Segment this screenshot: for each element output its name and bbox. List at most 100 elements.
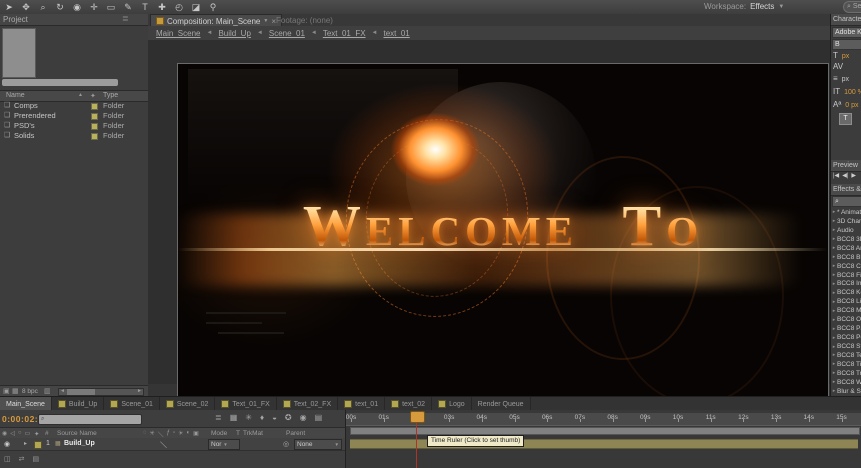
timeline-tab[interactable]: Render Queue: [472, 397, 531, 411]
project-search-input[interactable]: [2, 79, 118, 86]
font-size-value[interactable]: px: [842, 53, 849, 60]
timeline-toggle-icon[interactable]: ▦: [230, 413, 238, 422]
timeline-tab-label[interactable]: text_01: [355, 401, 378, 408]
tool-icon[interactable]: ✎: [123, 1, 133, 14]
effects-category-label[interactable]: BCC8 Time: [837, 361, 861, 368]
scroll-right-icon[interactable]: ►: [137, 388, 142, 394]
effects-category-label[interactable]: BCC8 Keys: [837, 289, 861, 296]
label-color-swatch[interactable]: [91, 133, 98, 140]
tool-icon[interactable]: ↻: [55, 1, 65, 14]
timeline-tab-label[interactable]: Build_Up: [69, 401, 97, 408]
effects-category-label[interactable]: BCC8 Matte: [837, 307, 861, 314]
app-search-input[interactable]: ⌕ Search: [843, 1, 861, 13]
faux-bold-button[interactable]: T: [839, 113, 852, 125]
source-name-column[interactable]: Source Name: [57, 430, 97, 437]
transport-button[interactable]: ◀|: [842, 172, 848, 179]
speaker-icon[interactable]: ◁: [10, 430, 15, 437]
effects-category-label[interactable]: Audio: [837, 227, 854, 234]
effects-search-input[interactable]: ⌕: [832, 196, 861, 207]
effects-category-row[interactable]: ▸ BCC8 Stylize: [831, 342, 861, 351]
scroll-left-icon[interactable]: ◄: [60, 388, 65, 394]
tool-icon[interactable]: T: [140, 1, 150, 14]
tool-icon[interactable]: ◉: [72, 1, 82, 14]
effects-panel-header[interactable]: Effects & P: [831, 184, 861, 196]
label-color-swatch[interactable]: [91, 123, 98, 130]
effects-category-label[interactable]: BCC8 Transit: [837, 370, 861, 377]
leading-value[interactable]: px: [842, 76, 849, 83]
lock-icon[interactable]: ▭: [25, 430, 31, 437]
timeline-tab-label[interactable]: Text_02_FX: [294, 401, 331, 408]
tab-footage[interactable]: Footage: (none): [276, 16, 333, 25]
playhead-thumb[interactable]: [410, 411, 425, 423]
label-color-swatch[interactable]: [91, 103, 98, 110]
effects-category-label[interactable]: BCC8 Obsole: [837, 316, 861, 323]
eye-icon[interactable]: ◉: [2, 430, 7, 437]
effects-category-label[interactable]: BCC8 Art Loo: [837, 245, 861, 252]
workspace-value[interactable]: Effects: [750, 2, 774, 11]
layer-name[interactable]: Build_Up: [64, 440, 95, 447]
timeline-tab-label[interactable]: text_02: [402, 401, 425, 408]
effects-category-label[interactable]: BCC8 Textur: [837, 352, 861, 359]
trash-icon[interactable]: ▥: [44, 387, 51, 395]
comp-tab-label[interactable]: Composition: Main_Scene: [167, 17, 260, 26]
eye-icon[interactable]: ◉: [4, 440, 10, 448]
timeline-toggle-icon[interactable]: ♦: [260, 413, 264, 422]
item-name[interactable]: Solids: [14, 131, 34, 141]
timeline-tab[interactable]: Text_02_FX: [277, 397, 339, 411]
tool-icon[interactable]: ◪: [191, 1, 201, 14]
tool-icon[interactable]: ✚: [157, 1, 167, 14]
timeline-tab[interactable]: Build_Up: [52, 397, 105, 411]
blend-mode-dropdown[interactable]: Nor ▼: [208, 439, 240, 450]
timeline-tab[interactable]: Scene_02: [160, 397, 216, 411]
label-column-icon[interactable]: ✦: [34, 430, 39, 438]
trkmat-column[interactable]: TrkMat: [243, 430, 263, 437]
frame-blend-icon[interactable]: ◫: [4, 455, 11, 463]
preview-panel-header[interactable]: Preview: [831, 160, 861, 172]
item-name[interactable]: Comps: [14, 101, 38, 111]
work-area-bar[interactable]: [350, 427, 860, 435]
effects-category-row[interactable]: ▸ BCC8 Art Loo: [831, 244, 861, 253]
composition-view[interactable]: Welcome To: [177, 63, 829, 398]
timeline-toggle-icon[interactable]: ◉: [300, 413, 307, 422]
motion-blur-icon[interactable]: ⇄: [19, 455, 25, 463]
character-panel-header[interactable]: Character: [831, 14, 861, 26]
effects-category-label[interactable]: BCC8 Color: [837, 263, 861, 270]
effects-category-label[interactable]: Blur & Sharp: [837, 388, 861, 395]
effects-category-row[interactable]: ▸ BCC8 Image: [831, 280, 861, 289]
effects-category-label[interactable]: BCC8 Particl: [837, 325, 861, 332]
effects-category-row[interactable]: ▸ BCC8 3D Obj: [831, 235, 861, 244]
layer-row[interactable]: ◉ ▸ 1 ▦ Build_Up ＼ Nor ▼ ◎ None ▼: [0, 438, 345, 451]
project-row[interactable]: ❑ PSD's Folder: [0, 121, 148, 131]
font-style-field[interactable]: B: [832, 39, 861, 50]
effects-category-row[interactable]: ▸ BCC8 Textur: [831, 351, 861, 360]
graph-editor-icon[interactable]: ▤: [33, 455, 40, 463]
solo-icon[interactable]: ○: [18, 430, 22, 437]
chevron-down-icon[interactable]: ▼: [263, 18, 268, 24]
new-folder-icon[interactable]: ▣: [3, 387, 10, 395]
effects-category-row[interactable]: ▸ * Animation P: [831, 208, 861, 217]
timeline-tab-label[interactable]: Render Queue: [478, 401, 524, 408]
effects-category-label[interactable]: * Animation P: [837, 209, 861, 216]
parent-dropdown[interactable]: None ▼: [294, 439, 342, 450]
effects-category-row[interactable]: ▸ BCC8 Film St: [831, 271, 861, 280]
timeline-toggle-icon[interactable]: ◒: [272, 413, 277, 422]
effects-category-row[interactable]: ▸ BCC8 Blur & S: [831, 253, 861, 262]
twirl-icon[interactable]: ▸: [24, 440, 27, 447]
quality-switch-icon[interactable]: ＼: [160, 440, 167, 450]
timeline-tab-label[interactable]: Scene_02: [177, 401, 209, 408]
vertical-scale-value[interactable]: 100 %: [844, 89, 861, 96]
tool-icon[interactable]: ▭: [106, 1, 116, 14]
timeline-tab[interactable]: Text_01_FX: [215, 397, 277, 411]
timeline-tab-label[interactable]: Scene_01: [121, 401, 153, 408]
breadcrumb-item[interactable]: Build_Up: [218, 29, 250, 38]
item-name[interactable]: PSD's: [14, 121, 35, 131]
project-row[interactable]: ❑ Prerendered Folder: [0, 111, 148, 121]
effects-category-label[interactable]: BCC8 Stylize: [837, 343, 861, 350]
font-family-field[interactable]: Adobe Kab: [832, 27, 861, 38]
horizontal-scrollbar[interactable]: ◄ ►: [58, 388, 144, 396]
breadcrumb-item[interactable]: Scene_01: [269, 29, 305, 38]
effects-category-row[interactable]: ▸ BCC8 Warp: [831, 378, 861, 387]
kerning-row[interactable]: AV: [833, 62, 861, 72]
breadcrumb-item[interactable]: Main_Scene: [156, 29, 200, 38]
effects-category-row[interactable]: ▸ BCC8 Particl: [831, 324, 861, 333]
